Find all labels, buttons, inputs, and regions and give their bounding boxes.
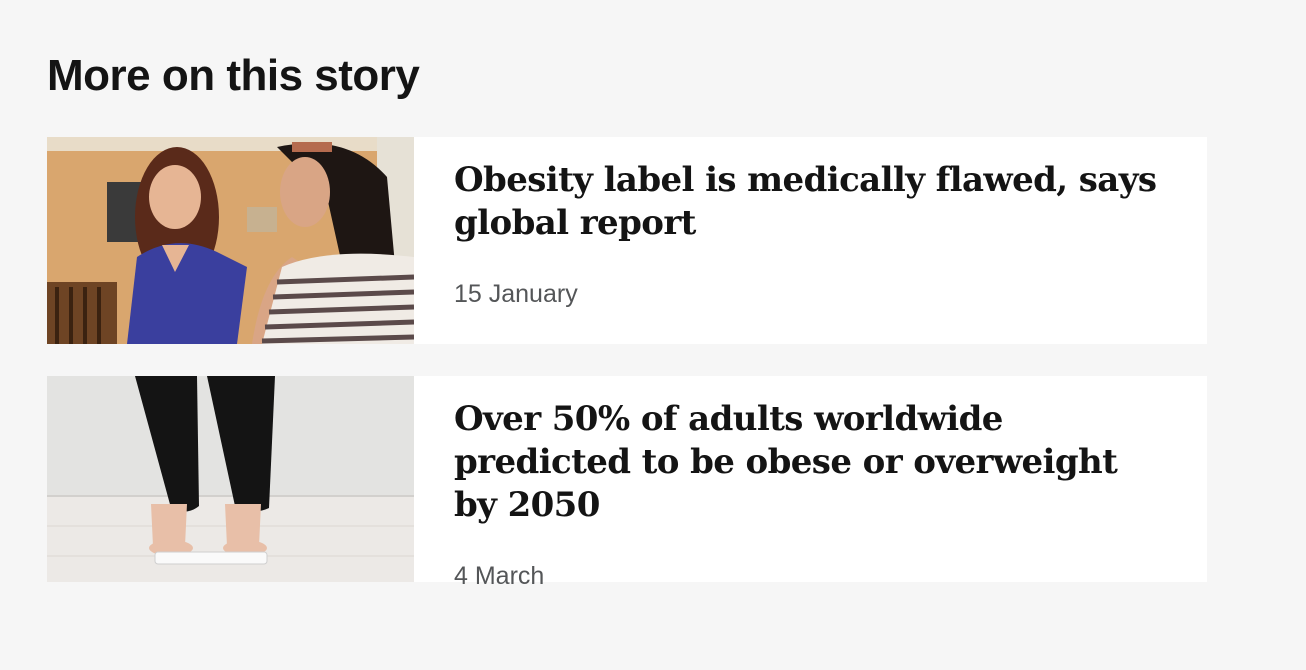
story-image-nurse-patient <box>47 137 414 344</box>
story-image-bathroom-scale <box>47 376 414 582</box>
story-date: 4 March <box>454 562 545 590</box>
story-text: Obesity label is medically flawed, says … <box>414 137 1207 344</box>
more-on-this-story-section: More on this story Obesity label is medi… <box>0 0 1306 670</box>
section-title: More on this story <box>47 51 420 100</box>
story-headline[interactable]: Over 50% of adults worldwide predicted t… <box>454 398 1167 527</box>
photo-nurse-patient-icon <box>47 137 414 344</box>
story-card[interactable]: Obesity label is medically flawed, says … <box>47 137 1207 344</box>
story-text: Over 50% of adults worldwide predicted t… <box>414 376 1207 590</box>
story-headline[interactable]: Obesity label is medically flawed, says … <box>454 159 1167 245</box>
story-card[interactable]: Over 50% of adults worldwide predicted t… <box>47 376 1207 590</box>
photo-bathroom-scale-icon <box>47 376 414 582</box>
story-date: 15 January <box>454 280 578 308</box>
